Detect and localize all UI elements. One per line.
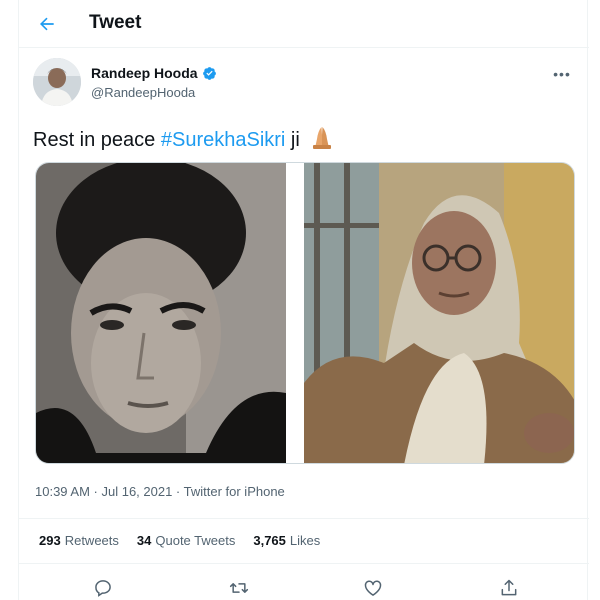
author-name-row: Randeep Hooda	[91, 65, 217, 81]
author-name[interactable]: Randeep Hooda	[91, 65, 198, 81]
reply-icon	[95, 580, 111, 597]
tweet-timestamp[interactable]: 10:39 AM · Jul 16, 2021 · Twitter for iP…	[35, 484, 285, 499]
retweet-icon	[229, 583, 249, 593]
likes-count: 3,765	[253, 533, 286, 548]
share-button[interactable]	[497, 576, 521, 600]
page-title: Tweet	[89, 12, 142, 33]
quote-tweets-count: 34	[136, 533, 152, 548]
likes-label: Likes	[289, 533, 321, 548]
photo-right[interactable]	[304, 163, 575, 464]
retweets-label: Retweets	[64, 533, 119, 548]
quote-tweets-label: Quote Tweets	[155, 533, 236, 548]
like-button[interactable]	[361, 576, 385, 600]
tweet-text: Rest in peace #SurekhaSikri ji	[33, 125, 335, 152]
tweet-media[interactable]	[35, 162, 575, 464]
folded-hands-emoji-icon	[313, 127, 332, 149]
like-icon	[364, 580, 382, 596]
retweets-stat[interactable]: 293 Retweets	[39, 533, 119, 548]
tweet-author: Randeep Hooda @RandeepHooda •••	[33, 58, 578, 110]
reply-button[interactable]	[91, 576, 115, 600]
photo-left[interactable]	[36, 163, 286, 464]
more-options-button[interactable]: •••	[550, 64, 574, 84]
more-icon: •••	[553, 66, 571, 82]
tweet-actions	[19, 568, 589, 600]
page-header: Tweet	[19, 0, 589, 48]
tweet-stats: 293 Retweets 34 Quote Tweets 3,765 Likes	[19, 518, 589, 564]
quote-tweets-stat[interactable]: 34 Quote Tweets	[137, 533, 235, 548]
tweet-text-suffix: ji	[285, 129, 300, 151]
arrow-left-icon	[40, 17, 54, 31]
back-button[interactable]	[33, 10, 61, 38]
retweets-count: 293	[39, 533, 61, 548]
tweet-page: Tweet Randeep Hooda @RandeepHooda ••• Re…	[18, 0, 589, 600]
avatar[interactable]	[33, 58, 81, 106]
author-handle[interactable]: @RandeepHooda	[91, 85, 195, 100]
tweet-text-prefix: Rest in peace	[33, 129, 161, 151]
retweet-button[interactable]	[227, 576, 251, 600]
hashtag-link[interactable]: #SurekhaSikri	[161, 129, 286, 151]
share-icon	[501, 579, 517, 596]
verified-badge-icon	[202, 66, 216, 80]
likes-stat[interactable]: 3,765 Likes	[253, 533, 320, 548]
